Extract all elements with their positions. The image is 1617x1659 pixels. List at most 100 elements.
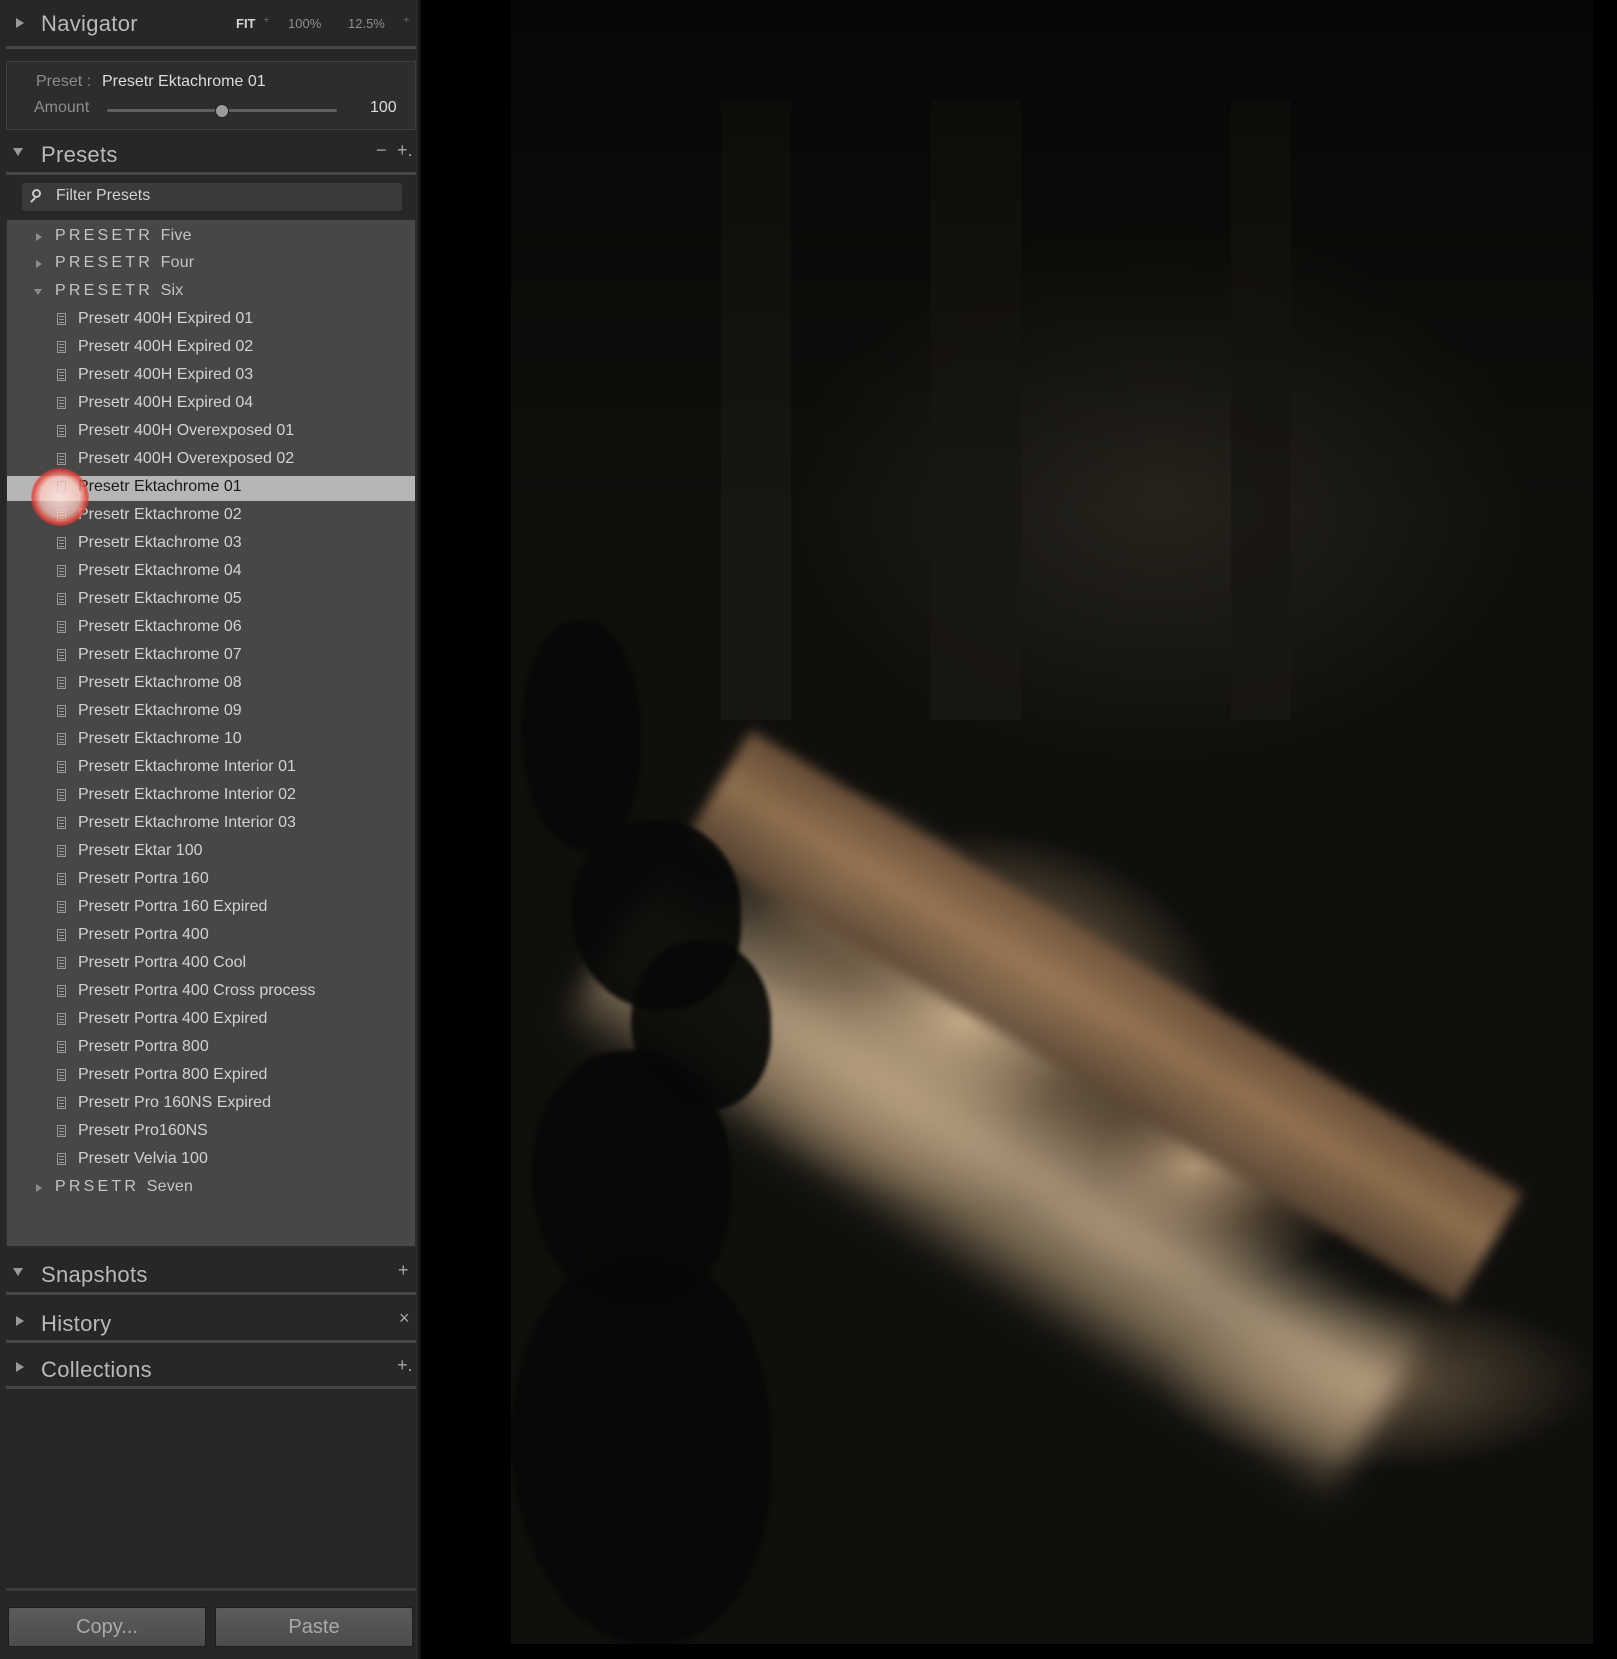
preset-item[interactable]: Presetr Portra 800 Expired — [7, 1064, 415, 1089]
folder-expand-triangle-icon[interactable] — [36, 233, 42, 241]
filter-presets-input[interactable]: Filter Presets — [22, 183, 402, 211]
preset-document-icon — [57, 341, 66, 353]
preset-folder-seven[interactable]: PRSETR Seven — [7, 1176, 415, 1201]
preset-item-label: Presetr Portra 400 — [78, 926, 209, 943]
amount-label: Amount — [34, 99, 90, 116]
preset-item-label: Presetr Ektachrome Interior 02 — [78, 786, 296, 803]
folder-name: PRSETR — [55, 1178, 140, 1195]
preset-item[interactable]: Presetr Ektar 100 — [7, 840, 415, 865]
navigator-panel-header[interactable]: Navigator FIT ÷ 100% 12.5% ÷ — [0, 0, 421, 48]
folder-name: PRESETR — [55, 254, 153, 271]
preset-item[interactable]: Presetr 400H Expired 02 — [7, 336, 415, 361]
preset-item[interactable]: Presetr Ektachrome Interior 03 — [7, 812, 415, 837]
expand-triangle-icon[interactable] — [16, 1362, 24, 1372]
bottom-divider — [6, 1588, 416, 1591]
preset-folder-four[interactable]: PRESETR Four — [7, 252, 415, 277]
click-indicator — [31, 468, 89, 526]
folder-expand-triangle-icon[interactable] — [36, 1184, 42, 1192]
collapse-triangle-icon[interactable] — [13, 148, 23, 156]
preset-item[interactable]: Presetr 400H Expired 04 — [7, 392, 415, 417]
preset-item-label: Presetr Portra 160 Expired — [78, 898, 268, 915]
preset-item[interactable]: Presetr Ektachrome 05 — [7, 588, 415, 613]
preset-item-label: Presetr Pro160NS — [78, 1122, 208, 1139]
add-collection-button[interactable]: +. — [397, 1355, 413, 1376]
folder-expand-triangle-icon[interactable] — [36, 260, 42, 268]
preset-folder-five[interactable]: PRESETR Five — [7, 225, 415, 250]
preset-item-label: Presetr Ektachrome Interior 01 — [78, 758, 296, 775]
preset-item[interactable]: Presetr Ektachrome 08 — [7, 672, 415, 697]
preset-item-label: Presetr Ektachrome 07 — [78, 646, 242, 663]
preset-document-icon — [57, 929, 66, 941]
preset-item[interactable]: Presetr Ektachrome 04 — [7, 560, 415, 585]
preset-item-label: Presetr Ektachrome 01 — [78, 478, 242, 495]
folder-collapse-triangle-icon[interactable] — [34, 289, 42, 295]
add-snapshot-button[interactable]: + — [398, 1260, 409, 1281]
collapse-triangle-icon[interactable] — [13, 1268, 23, 1276]
preset-item[interactable]: Presetr Ektachrome 07 — [7, 644, 415, 669]
preset-item[interactable]: Presetr Portra 800 — [7, 1036, 415, 1061]
copy-button[interactable]: Copy... — [8, 1607, 206, 1647]
preset-document-icon — [57, 705, 66, 717]
preset-item-label: Presetr Pro 160NS Expired — [78, 1094, 271, 1111]
preset-item[interactable]: Presetr 400H Expired 01 — [7, 308, 415, 333]
history-panel-header[interactable]: History × — [0, 1303, 421, 1343]
preset-document-icon — [57, 425, 66, 437]
expand-triangle-icon[interactable] — [16, 18, 24, 28]
preset-item[interactable]: Presetr Portra 160 Expired — [7, 896, 415, 921]
image-canvas[interactable] — [421, 0, 1617, 1659]
preset-item[interactable]: Presetr Ektachrome 06 — [7, 616, 415, 641]
presets-panel-header[interactable]: Presets − +. — [0, 134, 421, 174]
paste-button[interactable]: Paste — [215, 1607, 413, 1647]
zoom-fit-option[interactable]: FIT — [236, 16, 256, 31]
preset-document-icon — [57, 733, 66, 745]
snapshots-panel-header[interactable]: Snapshots + — [0, 1254, 421, 1294]
preset-item[interactable]: Presetr 400H Expired 03 — [7, 364, 415, 389]
add-preset-button[interactable]: +. — [397, 140, 413, 161]
zoom-custom-option[interactable]: 12.5% — [348, 16, 385, 31]
preset-item-label: Presetr 400H Overexposed 01 — [78, 422, 295, 439]
preset-document-icon — [57, 1069, 66, 1081]
preset-document-icon — [57, 369, 66, 381]
preset-item[interactable]: Presetr Ektachrome Interior 02 — [7, 784, 415, 809]
preset-value: Presetr Ektachrome 01 — [102, 73, 266, 90]
preset-folder-six[interactable]: PRESETR Six — [7, 280, 415, 305]
preset-document-icon — [57, 873, 66, 885]
preset-document-icon — [57, 621, 66, 633]
preset-item[interactable]: Presetr Ektachrome 09 — [7, 700, 415, 725]
clear-history-button[interactable]: × — [399, 1308, 410, 1329]
preset-item[interactable]: Presetr Pro160NS — [7, 1120, 415, 1145]
zoom-100-option[interactable]: 100% — [288, 16, 321, 31]
preset-item-label: Presetr Portra 400 Cross process — [78, 982, 316, 999]
zoom-fit-spinner-icon[interactable]: ÷ — [264, 16, 269, 25]
preset-item[interactable]: Presetr Velvia 100 — [7, 1148, 415, 1173]
remove-preset-button[interactable]: − — [376, 140, 387, 161]
folder-name: PRESETR — [55, 282, 153, 299]
preset-item-label: Presetr Ektachrome 06 — [78, 618, 242, 635]
preset-item-label: Presetr 400H Expired 04 — [78, 394, 254, 411]
preset-item[interactable]: Presetr Ektachrome 10 — [7, 728, 415, 753]
collections-panel-header[interactable]: Collections +. — [0, 1349, 421, 1389]
preset-document-icon — [57, 789, 66, 801]
zoom-custom-spinner-icon[interactable]: ÷ — [404, 16, 409, 25]
preset-item[interactable]: Presetr Portra 160 — [7, 868, 415, 893]
preset-item-label: Presetr 400H Overexposed 02 — [78, 450, 295, 467]
folder-name-tail: Six — [160, 282, 184, 299]
preset-item[interactable]: Presetr Pro 160NS Expired — [7, 1092, 415, 1117]
preset-item[interactable]: Presetr Portra 400 Cool — [7, 952, 415, 977]
preset-document-icon — [57, 817, 66, 829]
preset-item[interactable]: Presetr Portra 400 Cross process — [7, 980, 415, 1005]
amount-slider-thumb[interactable] — [212, 101, 232, 121]
preset-item-label: Presetr 400H Expired 02 — [78, 338, 254, 355]
preset-item[interactable]: Presetr Ektachrome 03 — [7, 532, 415, 557]
preset-amount-box: Preset : Presetr Ektachrome 01 Amount 10… — [6, 61, 416, 130]
preset-item-label: Presetr 400H Expired 03 — [78, 366, 254, 383]
amount-value[interactable]: 100 — [370, 99, 397, 117]
preset-item[interactable]: Presetr 400H Overexposed 01 — [7, 420, 415, 445]
preset-document-icon — [57, 957, 66, 969]
preset-document-icon — [57, 1041, 66, 1053]
preset-item[interactable]: Presetr Portra 400 — [7, 924, 415, 949]
expand-triangle-icon[interactable] — [16, 1316, 24, 1326]
preset-item-label: Presetr Ektachrome 10 — [78, 730, 242, 747]
preset-item[interactable]: Presetr Ektachrome Interior 01 — [7, 756, 415, 781]
preset-item[interactable]: Presetr Portra 400 Expired — [7, 1008, 415, 1033]
